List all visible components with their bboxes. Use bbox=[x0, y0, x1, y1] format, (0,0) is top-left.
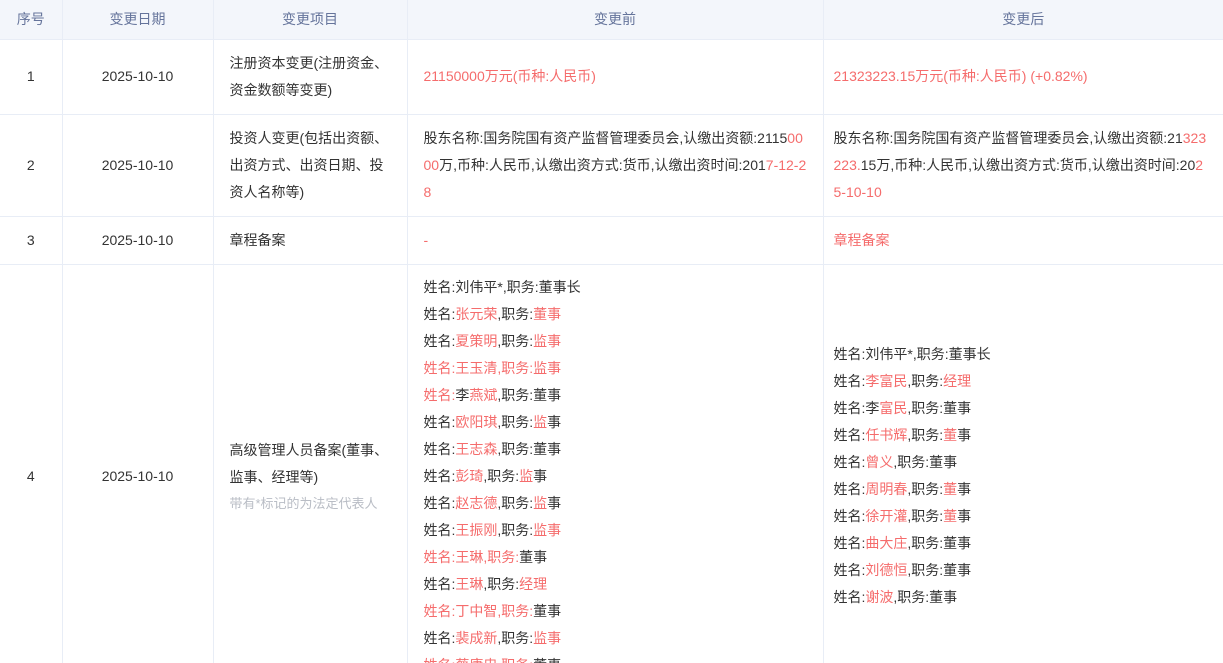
change-item: 注册资本变更(注册资金、资金数额等变更) bbox=[213, 39, 407, 114]
change-item-label: 高级管理人员备案(董事、监事、经理等) bbox=[230, 437, 391, 491]
change-item: 章程备案 bbox=[213, 216, 407, 264]
after-value: 章程备案 bbox=[823, 216, 1223, 264]
legal-representative-note: 带有*标记的为法定代表人 bbox=[230, 493, 391, 515]
change-date: 2025-10-10 bbox=[62, 114, 213, 216]
before-value: 股东名称:国务院国有资产监督管理委员会,认缴出资额:21150000万,币种:人… bbox=[407, 114, 823, 216]
after-value: 股东名称:国务院国有资产监督管理委员会,认缴出资额:21323223.15万,币… bbox=[823, 114, 1223, 216]
table-row: 2 2025-10-10 投资人变更(包括出资额、出资方式、出资日期、投资人名称… bbox=[0, 114, 1223, 216]
change-record-table: 序号 变更日期 变更项目 变更前 变更后 1 2025-10-10 注册资本变更… bbox=[0, 0, 1223, 663]
before-value: 姓名:刘伟平*,职务:董事长姓名:张元荣,职务:董事姓名:夏策明,职务:监事姓名… bbox=[407, 264, 823, 663]
row-number: 1 bbox=[0, 39, 62, 114]
col-header-before: 变更前 bbox=[407, 0, 823, 39]
change-item: 高级管理人员备案(董事、监事、经理等) 带有*标记的为法定代表人 bbox=[213, 264, 407, 663]
change-date: 2025-10-10 bbox=[62, 216, 213, 264]
table-row: 1 2025-10-10 注册资本变更(注册资金、资金数额等变更) 211500… bbox=[0, 39, 1223, 114]
after-value: 21323223.15万元(币种:人民币) (+0.82%) bbox=[823, 39, 1223, 114]
after-value: 姓名:刘伟平*,职务:董事长姓名:李富民,职务:经理姓名:李富民,职务:董事姓名… bbox=[823, 264, 1223, 663]
row-number: 2 bbox=[0, 114, 62, 216]
col-header-change-date: 变更日期 bbox=[62, 0, 213, 39]
row-number: 3 bbox=[0, 216, 62, 264]
col-header-no: 序号 bbox=[0, 0, 62, 39]
table-row: 3 2025-10-10 章程备案 - 章程备案 bbox=[0, 216, 1223, 264]
before-value: - bbox=[407, 216, 823, 264]
change-date: 2025-10-10 bbox=[62, 39, 213, 114]
col-header-change-item: 变更项目 bbox=[213, 0, 407, 39]
change-record-panel: 序号 变更日期 变更项目 变更前 变更后 1 2025-10-10 注册资本变更… bbox=[0, 0, 1223, 663]
before-value: 21150000万元(币种:人民币) bbox=[407, 39, 823, 114]
row-number: 4 bbox=[0, 264, 62, 663]
change-item: 投资人变更(包括出资额、出资方式、出资日期、投资人名称等) bbox=[213, 114, 407, 216]
table-row: 4 2025-10-10 高级管理人员备案(董事、监事、经理等) 带有*标记的为… bbox=[0, 264, 1223, 663]
change-date: 2025-10-10 bbox=[62, 264, 213, 663]
col-header-after: 变更后 bbox=[823, 0, 1223, 39]
table-header-row: 序号 变更日期 变更项目 变更前 变更后 bbox=[0, 0, 1223, 39]
